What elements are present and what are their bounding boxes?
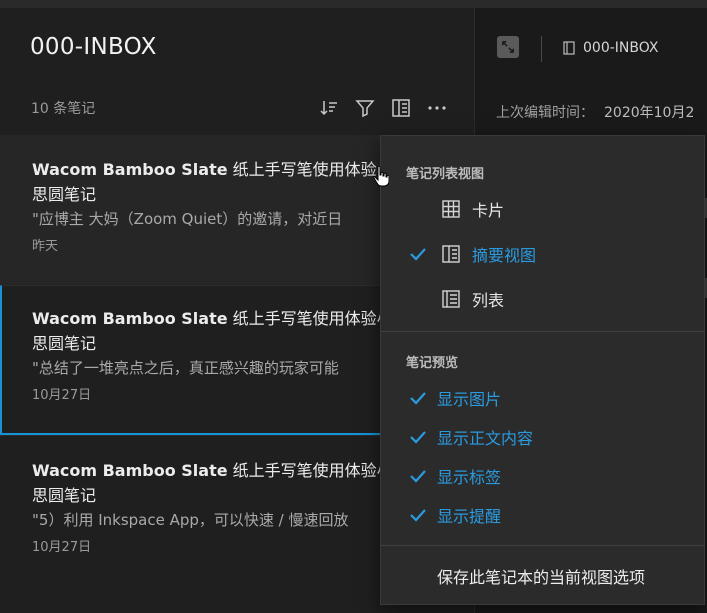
check-icon: [410, 392, 426, 405]
menu-divider: [381, 331, 704, 332]
window-top-bar: [0, 0, 707, 8]
notebook-icon: [563, 41, 575, 55]
card-grid-icon: [442, 200, 460, 218]
summary-view-icon: [442, 245, 460, 263]
menu-item-label: 显示标签: [437, 468, 502, 487]
menu-item-label: 卡片: [472, 201, 505, 220]
menu-item-list[interactable]: 列表: [381, 281, 704, 317]
menu-item-label: 显示正文内容: [437, 429, 534, 448]
note-count: 10 条笔记: [31, 101, 96, 117]
expand-icon[interactable]: [497, 36, 519, 58]
list-view-icon: [442, 290, 460, 308]
menu-item-summary[interactable]: 摘要视图: [381, 236, 704, 272]
notebook-link[interactable]: 000-INBOX: [583, 40, 658, 56]
toolbar-divider: [541, 36, 542, 62]
menu-section-view: 笔记列表视图: [406, 167, 485, 182]
check-icon: [410, 509, 426, 522]
view-options-icon[interactable]: [389, 96, 413, 120]
menu-item-label: 显示提醒: [437, 507, 502, 526]
check-icon: [410, 431, 426, 444]
save-view-options-button[interactable]: 保存此笔记本的当前视图选项: [437, 564, 645, 588]
sort-icon[interactable]: [317, 96, 341, 120]
filter-icon[interactable]: [353, 96, 377, 120]
menu-divider: [381, 545, 704, 546]
menu-item-label: 摘要视图: [472, 246, 537, 265]
check-icon: [410, 470, 426, 483]
menu-item-label: 列表: [472, 291, 505, 310]
menu-item-show-body[interactable]: 显示正文内容: [381, 419, 704, 455]
view-options-menu: 笔记列表视图 卡片 摘要视图 列表 笔记预览 显示图片 显示正文内容 显示标签 …: [380, 135, 705, 605]
last-edited: 上次编辑时间： 2020年10月2: [496, 105, 695, 121]
menu-item-show-reminders[interactable]: 显示提醒: [381, 497, 704, 533]
menu-item-show-tags[interactable]: 显示标签: [381, 458, 704, 494]
menu-item-label: 显示图片: [437, 390, 502, 409]
check-icon: [410, 248, 426, 261]
notebook-title: 000-INBOX: [30, 34, 157, 60]
more-icon[interactable]: [425, 96, 449, 120]
menu-item-card[interactable]: 卡片: [381, 191, 704, 227]
menu-item-show-images[interactable]: 显示图片: [381, 380, 704, 416]
menu-section-preview: 笔记预览: [406, 356, 459, 371]
hand-cursor-icon: [373, 165, 389, 187]
